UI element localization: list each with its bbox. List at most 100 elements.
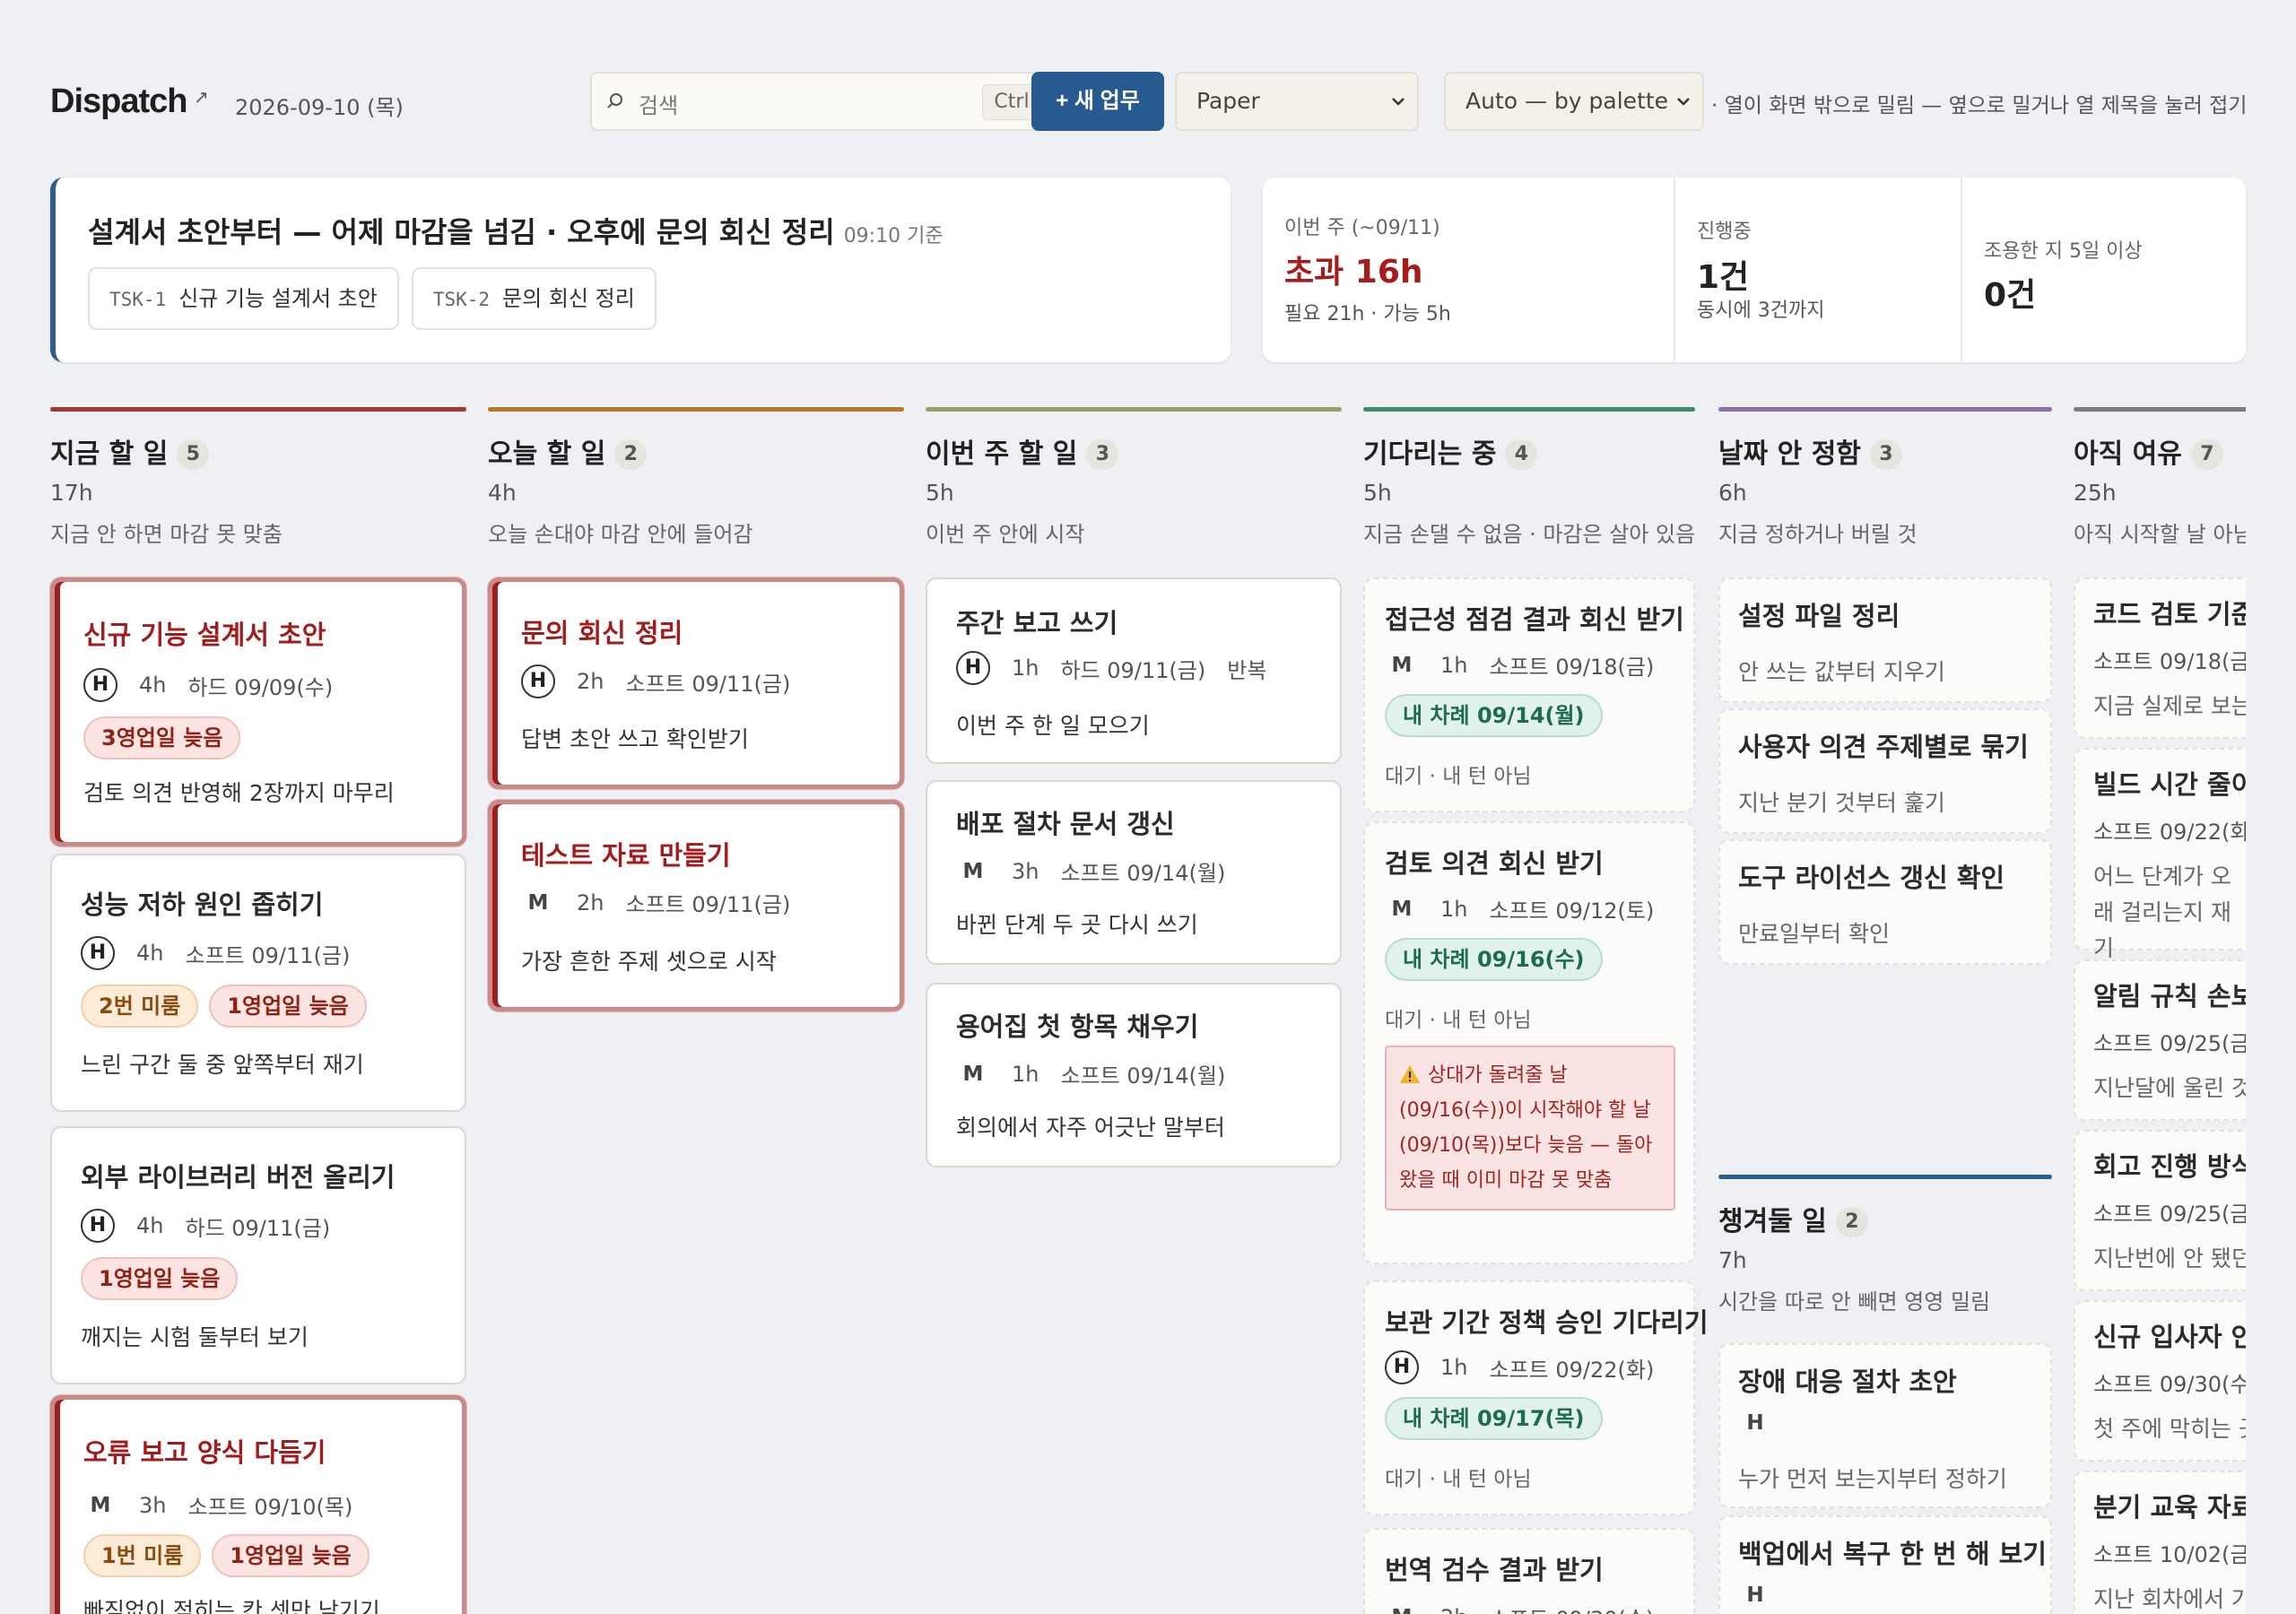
- stat-sub: 필요 21h · 가능 5h: [1284, 303, 1451, 325]
- stat-label: 진행중: [1697, 221, 1752, 243]
- task-card[interactable]: 보관 기간 정책 승인 기다리기 H 1h 소프트 09/22(화) 내 차례 09…: [1363, 1280, 1709, 1515]
- column-count: 3: [1869, 439, 1902, 470]
- focus-time: 09:10 기준: [843, 225, 944, 247]
- column-week: 이번 주 할 일 3 5h 이번 주 안에 시작: [926, 407, 1342, 548]
- task-due: 소프트 09/18(금): [2093, 649, 2246, 674]
- column-today: 오늘 할 일 2 4h 오늘 손대야 마감 안에 들어감: [488, 407, 904, 548]
- column-header[interactable]: 아직 여유 7: [2074, 431, 2246, 470]
- stat-label: 이번 주 (~09/11): [1284, 217, 1440, 239]
- task-meta: H: [1738, 1584, 1772, 1607]
- task-due: 소프트 09/22(화): [2093, 820, 2246, 845]
- focus-title: 설계서 초안부터 — 어제 마감을 넘김 · 오후에 문의 회신 정리 09:10…: [88, 210, 944, 251]
- theme-select[interactable]: Paper: [1175, 72, 1419, 131]
- column-count: 2: [1835, 1207, 1868, 1237]
- task-hours: 4h: [136, 1213, 164, 1238]
- column-header[interactable]: 이번 주 할 일 3: [926, 431, 1342, 470]
- task-meta: 소프트 10/02(금): [2093, 1537, 2246, 1568]
- task-card[interactable]: 신규 기능 설계서 초안 H 4h 하드 09/09(수) 3영업일 늦음 검토 의…: [50, 577, 466, 846]
- focus-task-list: TSK-1 신규 기능 설계서 초안 TSK-2 문의 회신 정리: [88, 267, 657, 330]
- column-header[interactable]: 챙겨둘 일 2: [1718, 1199, 2052, 1237]
- focus-task-chip[interactable]: TSK-2 문의 회신 정리: [411, 267, 657, 330]
- task-card[interactable]: 백업에서 복구 한 번 해 보기 H: [1718, 1515, 2052, 1614]
- task-note: 어느 단계가 오래 걸리는지 재기: [2093, 863, 2231, 961]
- task-meta: H 2h 소프트 09/11(금): [521, 664, 790, 699]
- search-input[interactable]: 검색 Ctrl K: [590, 72, 1071, 131]
- task-card[interactable]: 도구 라이선스 갱신 확인 만료일부터 확인: [1718, 839, 2052, 965]
- task-card[interactable]: 테스트 자료 만들기 M 2h 소프트 09/11(금) 가장 흔한 주제 셋으로 …: [488, 800, 904, 1011]
- column-header[interactable]: 날짜 안 정함 3: [1718, 431, 2052, 470]
- task-hours: 4h: [136, 941, 164, 966]
- task-card[interactable]: 사용자 의견 주제별로 묶기 지난 분기 것부터 훑기: [1718, 708, 2052, 834]
- task-meta: 소프트 09/30(수): [2093, 1367, 2246, 1398]
- task-title: 사용자 의견 주제별로 묶기: [1738, 732, 2029, 762]
- task-title: 코드 검토 기준 정리: [2093, 599, 2246, 629]
- task-hours: 1h: [1012, 1061, 1039, 1087]
- task-due: 하드 09/09(수): [187, 674, 334, 700]
- focus-task-chip[interactable]: TSK-1 신규 기능 설계서 초안: [88, 267, 399, 330]
- task-card[interactable]: 배포 절차 문서 갱신 M 3h 소프트 09/14(월) 바뀐 단계 두 곳 다시…: [926, 780, 1342, 965]
- task-note: 지난 회차에서 가져오기: [2093, 1586, 2246, 1612]
- task-title: 신규 기능 설계서 초안: [83, 620, 326, 650]
- task-card[interactable]: 용어집 첫 항목 채우기 M 1h 소프트 09/14(월) 회의에서 자주 어긋난…: [926, 983, 1342, 1167]
- my-turn-pill: 내 차례 09/14(월): [1385, 694, 1603, 737]
- task-meta: 소프트 09/25(금): [2093, 1026, 2246, 1057]
- task-title: 접근성 점검 결과 회신 받기: [1385, 604, 1684, 635]
- task-card[interactable]: 장애 대응 절차 초안 H 누가 먼저 보는지부터 정하기: [1718, 1343, 2052, 1508]
- task-due: 소프트 09/11(금): [185, 942, 351, 968]
- app-title[interactable]: Dispatch: [50, 82, 187, 121]
- task-card[interactable]: 성능 저하 원인 좁히기 H 4h 소프트 09/11(금) 2번 미룸 1영업일 늦…: [50, 854, 466, 1112]
- column-title: 오늘 할 일: [488, 438, 606, 470]
- column-header[interactable]: 오늘 할 일 2: [488, 431, 904, 470]
- task-title: 주간 보고 쓰기: [956, 608, 1118, 638]
- task-meta: M 1h 소프트 09/14(월): [956, 1058, 1226, 1089]
- task-card[interactable]: 분기 교육 자료 준비 소프트 10/02(금) 지난 회차에서 가져오기: [2074, 1471, 2246, 1614]
- palette-select[interactable]: Auto — by palette: [1444, 72, 1704, 131]
- late-pill: 1영업일 늦음: [212, 1534, 370, 1577]
- column-desc: 지금 정하거나 버릴 것: [1718, 522, 1918, 547]
- task-card[interactable]: 알림 규칙 손보기 소프트 09/25(금) 지난달에 울린 것부터: [2074, 959, 2246, 1121]
- task-card[interactable]: 설정 파일 정리 안 쓰는 값부터 지우기: [1718, 577, 2052, 703]
- task-meta: M 1h 소프트 09/18(금): [1385, 649, 1655, 681]
- column-title: 이번 주 할 일: [926, 438, 1078, 470]
- task-card[interactable]: 검토 의견 회신 받기 M 1h 소프트 09/12(토) 내 차례 09/16(수…: [1363, 821, 1695, 1264]
- column-desc: 아직 시작할 날 아님: [2074, 522, 2246, 547]
- column-hours: 25h: [2074, 480, 2117, 506]
- task-due: 소프트 09/11(금): [625, 892, 791, 917]
- task-title: 도구 라이선스 갱신 확인: [1738, 863, 2005, 893]
- task-title: 분기 교육 자료 준비: [2093, 1492, 2246, 1523]
- task-card[interactable]: 신규 입사자 안내서 소프트 09/30(수) 첫 주에 막히는 곳부터: [2074, 1300, 2246, 1462]
- column-header[interactable]: 기다리는 중 4: [1363, 431, 1695, 470]
- priority-badge: M: [1385, 1606, 1419, 1614]
- task-card[interactable]: 접근성 점검 결과 회신 받기 M 1h 소프트 09/18(금) 내 차례 09/…: [1363, 577, 1695, 812]
- task-card[interactable]: 주간 보고 쓰기 H 1h 하드 09/11(금) 반복 이번 주 한 일 모으기: [926, 577, 1342, 764]
- task-card[interactable]: 코드 검토 기준 정리 소프트 09/18(금) 지금 실제로 보는 것부터: [2074, 577, 2246, 739]
- column-count: 2: [614, 439, 648, 470]
- task-card[interactable]: 오류 보고 양식 다듬기 M 3h 소프트 09/10(목) 1번 미룸 1영업일 늦…: [50, 1395, 466, 1614]
- column-hours: 17h: [50, 480, 93, 506]
- task-title: 백업에서 복구 한 번 해 보기: [1738, 1539, 2047, 1569]
- new-task-button[interactable]: + 새 업무: [1031, 72, 1164, 131]
- column-color-bar: [50, 407, 466, 412]
- task-card[interactable]: 외부 라이브러리 버전 올리기 H 4h 하드 09/11(금) 1영업일 늦음 깨…: [50, 1126, 466, 1384]
- task-note: 누가 먼저 보는지부터 정하기: [1738, 1466, 2007, 1492]
- task-pills: 3영업일 늦음: [83, 716, 241, 759]
- task-card[interactable]: 번역 검수 결과 받기 M 2h 소프트 09/30(수): [1363, 1528, 1695, 1614]
- priority-badge: M: [90, 1493, 111, 1517]
- focus-panel: 설계서 초안부터 — 어제 마감을 넘김 · 오후에 문의 회신 정리 09:10…: [50, 178, 1231, 362]
- column-title: 지금 할 일: [50, 438, 169, 470]
- priority-badge: H: [1746, 1584, 1764, 1607]
- task-card[interactable]: 회고 진행 방식 바꾸기 소프트 09/25(금) 지난번에 안 됐던 것부터: [2074, 1130, 2246, 1291]
- task-title: 빌드 시간 줄이기: [2093, 769, 2246, 800]
- task-label: 신규 기능 설계서 초안: [178, 286, 378, 311]
- warning-icon: [1400, 1065, 1420, 1083]
- task-card[interactable]: 빌드 시간 줄이기 소프트 09/22(화) 어느 단계가 오래 걸리는지 재기: [2074, 748, 2246, 961]
- deadline-warning: 상대가 돌려줄 날(09/16(수))이 시작해야 할 날(09/10(목))보…: [1385, 1046, 1675, 1210]
- task-card[interactable]: 문의 회신 정리 H 2h 소프트 09/11(금) 답변 초안 쓰고 확인받기: [488, 577, 904, 789]
- priority-badge: M: [962, 1062, 984, 1086]
- external-link-icon[interactable]: ↗: [194, 86, 209, 108]
- column-header[interactable]: 지금 할 일 5: [50, 431, 466, 470]
- priority-badge: M: [527, 890, 549, 915]
- task-pills: 내 차례 09/17(목): [1385, 1397, 1603, 1440]
- column-waiting: 기다리는 중 4 5h 지금 손댈 수 없음 · 마감은 살아 있음: [1363, 407, 1695, 548]
- current-date: 2026-09-10 (목): [235, 95, 404, 120]
